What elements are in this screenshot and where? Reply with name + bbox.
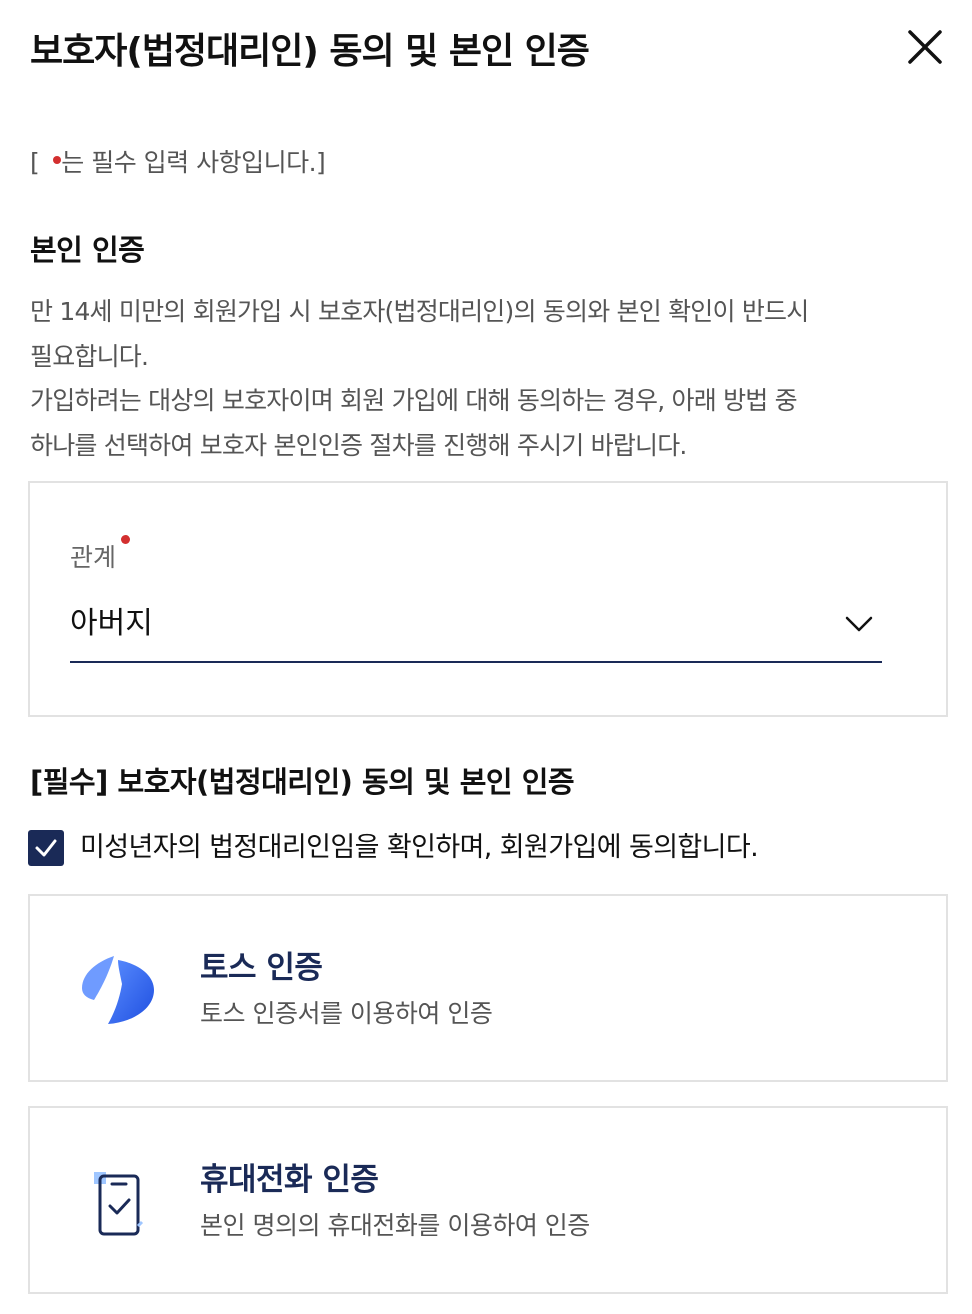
consent-section-title: [필수] 보호자(법정대리인) 동의 및 본인 인증 [30, 765, 575, 799]
identity-section-title: 본인 인증 [30, 233, 145, 267]
required-dot-icon [121, 535, 131, 544]
description-line: 만 14세 미만의 회원가입 시 보호자(법정대리인)의 동의와 본인 확인이 … [30, 297, 809, 326]
close-button[interactable] [906, 28, 944, 66]
toss-logo-icon [82, 956, 154, 1024]
consent-checkbox-label[interactable]: 미성년자의 법정대리인임을 확인하며, 회원가입에 동의합니다. [80, 828, 759, 868]
page-title: 보호자(법정대리인) 동의 및 본인 인증 [30, 31, 590, 72]
description-line: 가입하려는 대상의 보호자이며 회원 가입에 대해 동의하는 경우, 아래 방법… [30, 386, 798, 415]
description-line: 하나를 선택하여 보호자 본인인증 절차를 진행해 주시기 바랍니다. [30, 430, 687, 460]
required-field-note: [ 는 필수 입력 사항입니다.] [30, 146, 326, 180]
check-icon [35, 839, 57, 857]
relation-label-text: 관계 [70, 543, 117, 572]
toss-auth-button[interactable]: 토스 인증 토스 인증서를 이용하여 인증 [28, 894, 948, 1082]
close-icon[interactable] [906, 28, 944, 66]
consent-checkbox[interactable] [28, 830, 64, 866]
identity-description: 만 14세 미만의 회원가입 시 보호자(법정대리인)의 동의와 본인 확인이 … [30, 290, 942, 468]
phone-check-icon [94, 1172, 144, 1236]
toss-auth-subtitle: 토스 인증서를 이용하여 인증 [200, 999, 493, 1028]
toss-auth-title: 토스 인증 [200, 950, 323, 986]
phone-auth-subtitle: 본인 명의의 휴대전화를 이용하여 인증 [200, 1211, 590, 1240]
required-note-bracket: [ [30, 148, 40, 177]
chevron-down-icon [845, 616, 873, 632]
relation-label: 관계 [70, 535, 131, 575]
required-note-text: 는 필수 입력 사항입니다.] [61, 148, 326, 177]
consent-checkbox-row[interactable]: 미성년자의 법정대리인임을 확인하며, 회원가입에 동의합니다. [28, 828, 928, 868]
modal-header: 보호자(법정대리인) 동의 및 본인 인증 [30, 26, 950, 82]
relation-selected-value: 아버지 [70, 606, 153, 641]
description-line: 필요합니다. [30, 341, 149, 371]
phone-auth-button[interactable]: 휴대전화 인증 본인 명의의 휴대전화를 이용하여 인증 [28, 1106, 948, 1294]
phone-auth-title: 휴대전화 인증 [200, 1162, 379, 1198]
relation-select[interactable]: 아버지 [70, 595, 882, 663]
relation-panel: 관계 아버지 [28, 481, 948, 717]
